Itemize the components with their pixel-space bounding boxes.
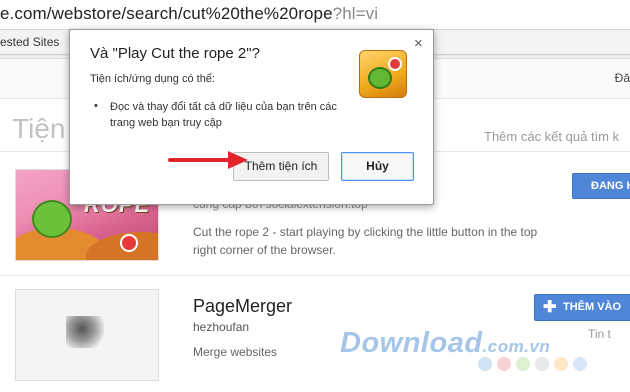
sign-in-link[interactable]: Đă [615, 71, 630, 85]
url-main: e.com/webstore/search/cut%20the%20rope [0, 4, 333, 23]
bullet-icon: • [94, 100, 98, 112]
watermark-dot [535, 357, 549, 371]
url-query: ?hl=vi [332, 4, 379, 23]
permission-text: Đọc và thay đổi tất cả dữ liệu của bạn t… [110, 101, 337, 129]
installing-button[interactable]: ĐANG K [572, 173, 630, 199]
pagemerger-logo [66, 316, 106, 348]
candy-icon [388, 57, 402, 71]
result-meta: Tin t [588, 327, 611, 341]
result-thumbnail-pagemerger[interactable] [15, 289, 159, 381]
section-title: Tiện [12, 113, 66, 144]
om-nom-character [32, 200, 72, 238]
cancel-button[interactable]: Hủy [341, 152, 414, 181]
result-author: hezhoufan [193, 320, 250, 334]
candy-icon [120, 234, 138, 252]
watermark-dot [554, 357, 568, 371]
download-watermark: Download.com.vn [340, 327, 550, 360]
result-description: Cut the rope 2 - start playing by clicki… [193, 225, 538, 257]
watermark-domain: .com.vn [482, 337, 551, 356]
dialog-subtitle: Tiện ích/ứng dụng có thể: [90, 73, 215, 85]
red-arrow-icon [168, 151, 248, 169]
bookmark-suggested-sites[interactable]: ested Sites [0, 35, 59, 49]
watermark-dot [573, 357, 587, 371]
watermark-brand: Download [340, 327, 483, 359]
watermark-dot [478, 357, 492, 371]
cut-the-rope-icon [359, 50, 407, 98]
add-extension-dialog: Và "Play Cut the rope 2"? × Tiện ích/ứng… [69, 29, 434, 205]
address-bar[interactable]: e.com/webstore/search/cut%20the%20rope?h… [0, 0, 630, 30]
add-to-chrome-button[interactable]: ✚ THÊM VÀO [534, 294, 630, 321]
result-description: Merge websites [193, 345, 278, 359]
more-results-link[interactable]: Thêm các kết quả tìm k [484, 129, 619, 144]
watermark-dot [516, 357, 530, 371]
add-button-label: THÊM VÀO [563, 301, 622, 313]
plus-icon: ✚ [543, 299, 557, 316]
url-text[interactable]: e.com/webstore/search/cut%20the%20rope?h… [0, 4, 378, 24]
watermark-dot [497, 357, 511, 371]
dialog-title: Và "Play Cut the rope 2"? [90, 45, 260, 62]
close-icon[interactable]: × [414, 36, 423, 51]
result-name[interactable]: PageMerger [193, 296, 292, 317]
om-nom-face [368, 67, 392, 89]
divider [0, 275, 630, 276]
